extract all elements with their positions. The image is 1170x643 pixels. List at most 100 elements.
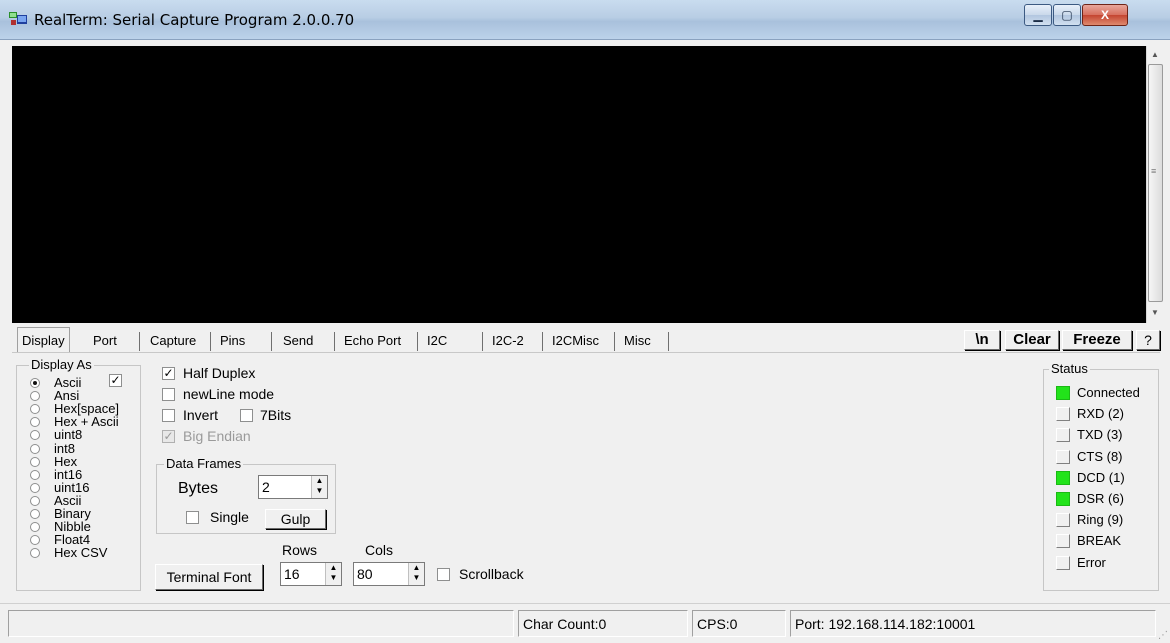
terminal-font-button[interactable]: Terminal Font [155, 564, 263, 590]
display-as-option-label[interactable]: uint16 [54, 481, 89, 494]
display-as-option-label[interactable]: Hex [54, 455, 77, 468]
tab-i2cmisc[interactable]: I2CMisc [548, 330, 603, 352]
invert-label[interactable]: Invert [183, 407, 218, 423]
spinner-arrows-icon[interactable]: ▲ ▼ [325, 563, 341, 585]
data-frames-title: Data Frames [164, 456, 244, 471]
display-as-option-label[interactable]: int16 [54, 468, 82, 481]
single-checkbox[interactable] [186, 511, 199, 524]
tab-send[interactable]: Send [279, 330, 317, 352]
tab-echo-port[interactable]: Echo Port [340, 330, 405, 352]
7bits-label[interactable]: 7Bits [260, 407, 291, 423]
status-led-icon [1056, 449, 1070, 464]
newline-button[interactable]: \n [964, 330, 1000, 350]
single-label[interactable]: Single [210, 509, 249, 525]
resize-grip-icon[interactable]: ⋰ [1158, 630, 1168, 641]
status-title: Status [1049, 361, 1090, 376]
rows-value: 16 [284, 566, 300, 582]
scroll-down-arrow-icon[interactable]: ▼ [1151, 308, 1159, 317]
freeze-button[interactable]: Freeze [1062, 330, 1132, 350]
display-as-radio[interactable] [30, 456, 40, 467]
status-led-icon [1056, 492, 1070, 506]
app-icon [9, 12, 27, 25]
status-led-icon [1056, 555, 1070, 570]
terminal-scrollbar[interactable]: ▲ ≡ ▼ [1146, 46, 1163, 323]
port-display: Port: 192.168.114.182:10001 [790, 610, 1156, 637]
display-as-radio[interactable] [30, 482, 40, 493]
display-as-option-label[interactable]: Ascii [54, 494, 81, 507]
tab-port[interactable]: Port [89, 330, 121, 352]
scrollback-checkbox[interactable] [437, 568, 450, 581]
status-label: BREAK [1077, 533, 1122, 549]
tab-capture[interactable]: Capture [146, 330, 200, 352]
spinner-arrows-icon[interactable]: ▲ ▼ [311, 476, 327, 498]
display-as-option-label[interactable]: Binary [54, 507, 91, 520]
half-duplex-label[interactable]: Half Duplex [183, 365, 255, 381]
rows-spinner[interactable]: 16 ▲ ▼ [280, 562, 342, 586]
tab-pins[interactable]: Pins [216, 330, 249, 352]
status-led-icon [1056, 407, 1070, 422]
scrollback-label[interactable]: Scrollback [459, 566, 524, 582]
half-duplex-checkbox[interactable]: ✓ [162, 367, 175, 380]
7bits-checkbox[interactable] [240, 409, 253, 422]
display-as-radio[interactable] [30, 495, 40, 506]
newline-mode-label[interactable]: newLine mode [183, 386, 274, 402]
tab-display[interactable]: Display [17, 327, 70, 353]
display-as-radio[interactable] [30, 509, 40, 519]
display-as-option-label[interactable]: Nibble [54, 520, 91, 533]
gulp-button[interactable]: Gulp [265, 509, 326, 529]
tab-separator [210, 332, 211, 351]
display-as-option-label[interactable]: uint8 [54, 428, 82, 441]
terminal-output[interactable] [12, 46, 1146, 323]
tab-separator [668, 332, 669, 351]
invert-checkbox[interactable] [162, 409, 175, 422]
cols-value: 80 [357, 566, 373, 582]
display-as-radio[interactable] [30, 443, 40, 454]
tab-i2c[interactable]: I2C [423, 330, 451, 352]
display-as-option-label[interactable]: Hex CSV [54, 546, 107, 559]
tab-separator [271, 332, 272, 351]
scroll-up-arrow-icon[interactable]: ▲ [1151, 50, 1159, 59]
newline-mode-checkbox[interactable] [162, 388, 175, 401]
cols-label: Cols [365, 542, 394, 558]
status-label: Ring (9) [1077, 512, 1124, 528]
char-count: Char Count:0 [518, 610, 688, 637]
tab-i2c-2[interactable]: I2C-2 [488, 330, 528, 352]
status-led-icon [1056, 386, 1070, 400]
status-led-icon [1056, 534, 1070, 549]
tab-separator [614, 332, 615, 351]
status-label: DSR (6) [1077, 491, 1124, 506]
display-as-option-label[interactable]: Hex[space] [54, 402, 119, 415]
window-title: RealTerm: Serial Capture Program 2.0.0.7… [34, 11, 355, 29]
cols-spinner[interactable]: 80 ▲ ▼ [353, 562, 425, 586]
display-as-radio[interactable] [30, 469, 40, 480]
display-as-option-label[interactable]: Ascii [54, 376, 81, 389]
tab-separator [139, 332, 140, 351]
display-as-radio[interactable] [30, 378, 40, 388]
close-button[interactable]: X [1082, 4, 1128, 26]
tab-misc[interactable]: Misc [620, 330, 655, 352]
spinner-arrows-icon[interactable]: ▲ ▼ [408, 563, 424, 585]
display-as-checkbox[interactable]: ✓ [109, 374, 122, 387]
maximize-button[interactable]: ▢ [1053, 4, 1081, 26]
bytes-label: Bytes [178, 480, 219, 497]
display-as-option-label[interactable]: int8 [54, 442, 75, 455]
bytes-value: 2 [262, 479, 270, 495]
clear-button[interactable]: Clear [1005, 330, 1059, 350]
status-led-icon [1056, 470, 1070, 485]
tab-separator [482, 332, 483, 351]
display-as-title: Display As [29, 357, 94, 372]
status-led-icon [1056, 513, 1070, 528]
minimize-button[interactable]: ▁ [1024, 4, 1052, 26]
display-as-option-label[interactable]: Hex + Ascii [54, 415, 119, 428]
title-bar: RealTerm: Serial Capture Program 2.0.0.7… [0, 0, 1170, 40]
display-as-option-label[interactable]: Ansi [54, 389, 79, 402]
scroll-thumb[interactable] [1148, 64, 1163, 302]
big-endian-label: Big Endian [183, 428, 251, 444]
tab-separator [417, 332, 418, 351]
status-label: Error [1077, 554, 1106, 570]
display-as-option-label[interactable]: Float4 [54, 533, 90, 546]
status-label: CTS (8) [1077, 448, 1123, 464]
rows-label: Rows [282, 542, 318, 558]
help-button[interactable]: ? [1136, 330, 1160, 350]
bytes-spinner[interactable]: 2 ▲ ▼ [258, 475, 328, 499]
